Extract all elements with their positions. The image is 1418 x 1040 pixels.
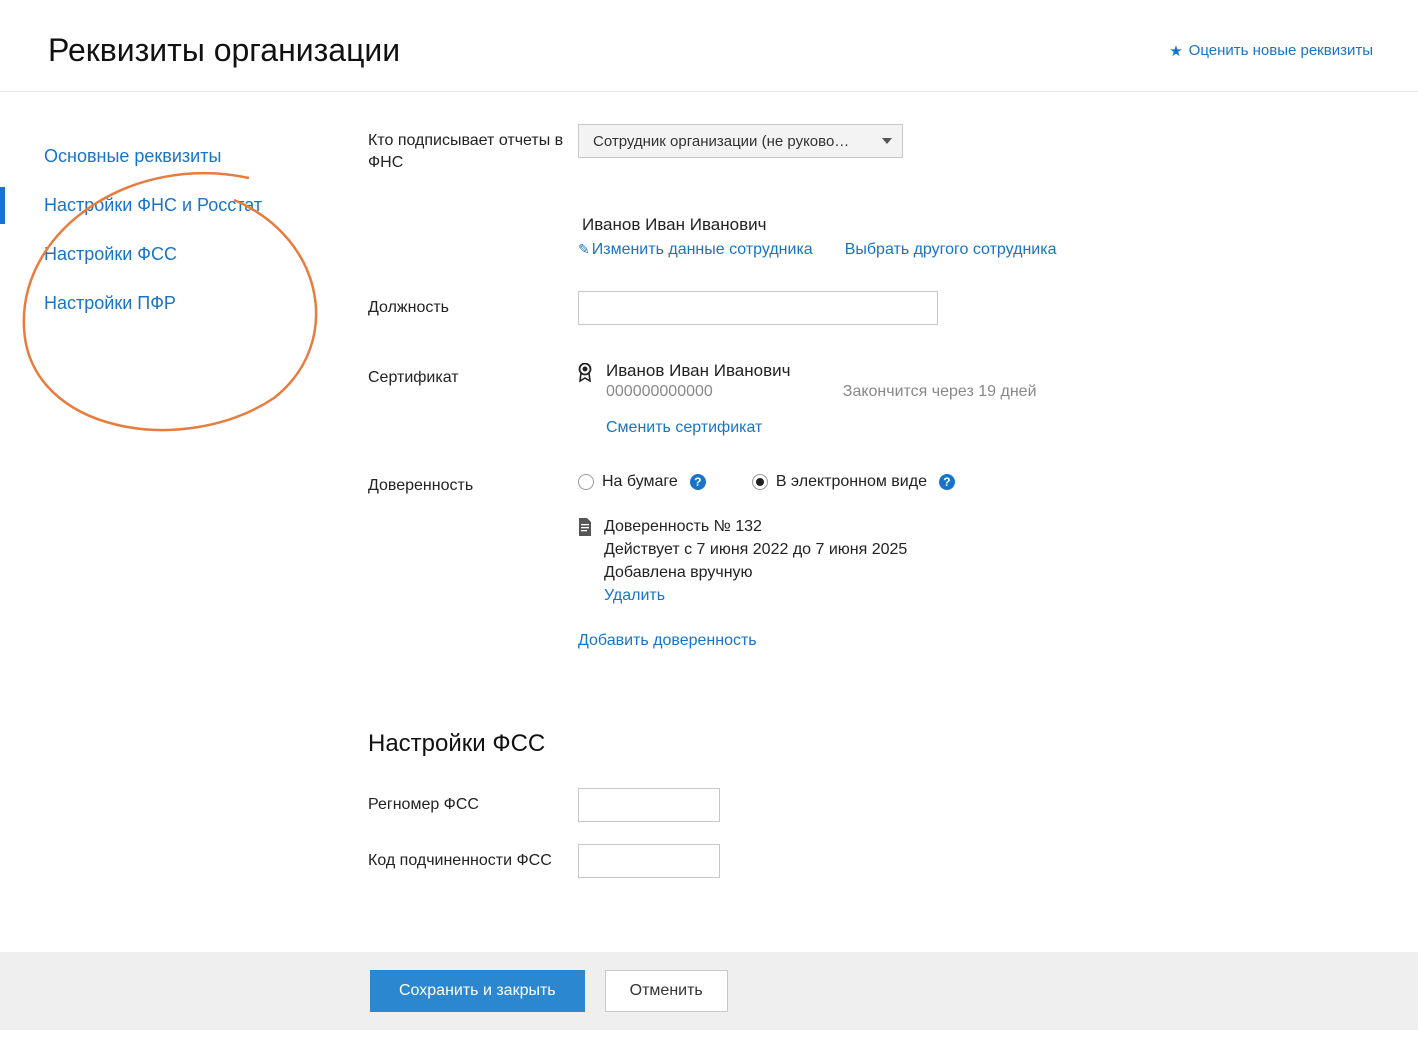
fss-subcode-input[interactable] bbox=[578, 844, 720, 878]
fss-regnumber-label: Регномер ФСС bbox=[368, 788, 578, 816]
proxy-doc-validity: Действует с 7 июня 2022 до 7 июня 2025 bbox=[604, 538, 907, 561]
sidebar-item-pfr[interactable]: Настройки ПФР bbox=[0, 279, 360, 328]
choose-other-employee-link[interactable]: Выбрать другого сотрудника bbox=[845, 241, 1057, 259]
proxy-electronic-radio[interactable]: В электронном виде ? bbox=[752, 473, 955, 491]
employee-name: Иванов Иван Иванович bbox=[582, 215, 1378, 235]
proxy-delete-link[interactable]: Удалить bbox=[604, 587, 665, 604]
signer-select[interactable]: Сотрудник организации (не руково… bbox=[578, 124, 903, 158]
edit-employee-label: Изменить данные сотрудника bbox=[592, 241, 813, 258]
proxy-paper-radio[interactable]: На бумаге ? bbox=[578, 473, 706, 491]
cancel-button[interactable]: Отменить bbox=[605, 970, 728, 1012]
sidebar-item-fss[interactable]: Настройки ФСС bbox=[0, 230, 360, 279]
fss-section-title: Настройки ФСС bbox=[368, 730, 1378, 758]
sidebar: Основные реквизиты Настройки ФНС и Росст… bbox=[0, 116, 360, 1040]
sidebar-item-basic[interactable]: Основные реквизиты bbox=[0, 132, 360, 181]
certificate-label: Сертификат bbox=[368, 361, 578, 389]
change-certificate-link[interactable]: Сменить сертификат bbox=[606, 419, 762, 436]
proxy-electronic-label: В электронном виде bbox=[776, 473, 927, 491]
proxy-label: Доверенность bbox=[368, 469, 578, 497]
signer-label: Кто подписывает отчеты в ФНС bbox=[368, 124, 578, 175]
proxy-paper-label: На бумаге bbox=[602, 473, 678, 491]
footer-bar: Сохранить и закрыть Отменить bbox=[0, 952, 1418, 1030]
sidebar-item-fns-rosstat[interactable]: Настройки ФНС и Росстат bbox=[0, 181, 360, 230]
fss-subcode-label: Код подчиненности ФСС bbox=[368, 844, 578, 872]
certificate-serial: 000000000000 bbox=[606, 383, 713, 401]
save-button[interactable]: Сохранить и закрыть bbox=[370, 970, 585, 1012]
position-input[interactable] bbox=[578, 291, 938, 325]
proxy-doc-title: Доверенность № 132 bbox=[604, 515, 907, 538]
certificate-ribbon-icon bbox=[578, 363, 592, 383]
signer-select-value: Сотрудник организации (не руково… bbox=[593, 133, 849, 150]
position-label: Должность bbox=[368, 291, 578, 319]
pencil-icon: ✎ bbox=[578, 241, 590, 257]
star-icon: ★ bbox=[1169, 42, 1182, 60]
certificate-owner: Иванов Иван Иванович bbox=[606, 361, 1378, 381]
chevron-down-icon bbox=[882, 138, 892, 144]
edit-employee-link[interactable]: ✎Изменить данные сотрудника bbox=[578, 241, 813, 259]
form-area: Кто подписывает отчеты в ФНС Сотрудник о… bbox=[360, 116, 1418, 1040]
help-icon[interactable]: ? bbox=[690, 474, 706, 490]
add-proxy-link[interactable]: Добавить доверенность bbox=[578, 632, 757, 649]
rate-link-label: Оценить новые реквизиты bbox=[1189, 42, 1373, 59]
rate-new-link[interactable]: ★ Оценить новые реквизиты bbox=[1169, 42, 1373, 60]
fss-regnumber-input[interactable] bbox=[578, 788, 720, 822]
page-title: Реквизиты организации bbox=[48, 32, 400, 69]
help-icon[interactable]: ? bbox=[939, 474, 955, 490]
radio-icon bbox=[752, 474, 768, 490]
certificate-expiry: Закончится через 19 дней bbox=[843, 383, 1037, 401]
proxy-doc-added: Добавлена вручную bbox=[604, 561, 907, 584]
radio-icon bbox=[578, 474, 594, 490]
document-icon bbox=[578, 518, 592, 536]
